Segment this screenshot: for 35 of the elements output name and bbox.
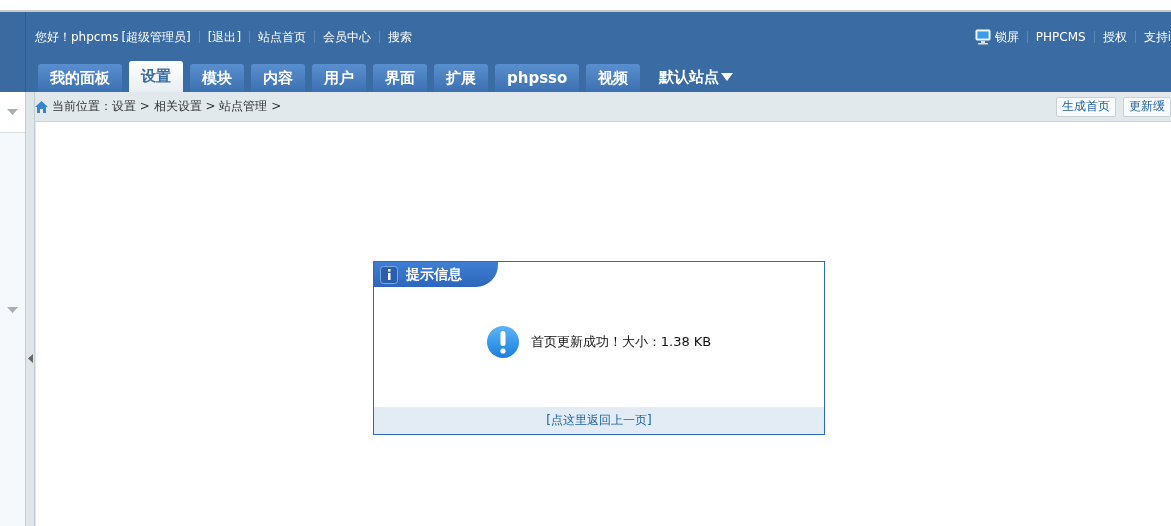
header-link[interactable]: 授权	[1102, 28, 1127, 46]
nav-tab[interactable]: 设置	[129, 61, 183, 92]
dialog-title: 提示信息	[406, 265, 462, 284]
nav-tab[interactable]: 视频	[586, 64, 641, 92]
back-link[interactable]: [点这里返回上一页]	[546, 412, 652, 429]
header-link[interactable]: 搜索	[388, 28, 413, 46]
nav-tab[interactable]: phpsso	[495, 64, 580, 92]
nav-tab[interactable]: 内容	[251, 64, 305, 92]
action-button[interactable]: 更新缓	[1123, 96, 1171, 117]
nav-tab[interactable]: 界面	[373, 64, 427, 92]
header-link[interactable]: 站点首页	[258, 28, 307, 46]
exclamation-icon	[486, 326, 519, 358]
header-link[interactable]: [退出]	[207, 28, 242, 46]
dropdown-triangle-icon	[721, 73, 734, 81]
header-link[interactable]: 锁屏	[994, 28, 1019, 46]
site-menu[interactable]: 默认站点	[653, 62, 740, 92]
message-text: 首页更新成功！大小：1.38 KB	[530, 333, 712, 351]
nav-tab[interactable]: 模块	[190, 64, 244, 92]
header-link[interactable]: 支持i	[1143, 28, 1171, 46]
caret-icon[interactable]	[7, 109, 18, 115]
nav-tab[interactable]: 扩展	[434, 64, 488, 92]
breadcrumb: 当前位置：设置 > 相关设置 > 站点管理 >	[52, 98, 282, 115]
monitor-icon	[974, 29, 991, 45]
greeting-text: 您好！	[35, 28, 71, 46]
action-button[interactable]: 生成首页	[1056, 96, 1116, 117]
header-link[interactable]: 会员中心	[323, 28, 372, 46]
home-icon	[35, 100, 48, 113]
info-icon	[380, 265, 398, 284]
nav-tab[interactable]: 用户	[312, 64, 366, 92]
collapse-arrow-icon[interactable]	[27, 354, 33, 363]
role-text: [超级管理员]	[121, 28, 191, 46]
caret-icon[interactable]	[7, 307, 18, 313]
username: phpcms	[71, 30, 119, 44]
nav-tab[interactable]: 我的面板	[38, 64, 122, 92]
header-link[interactable]: PHPCMS	[1035, 30, 1086, 44]
